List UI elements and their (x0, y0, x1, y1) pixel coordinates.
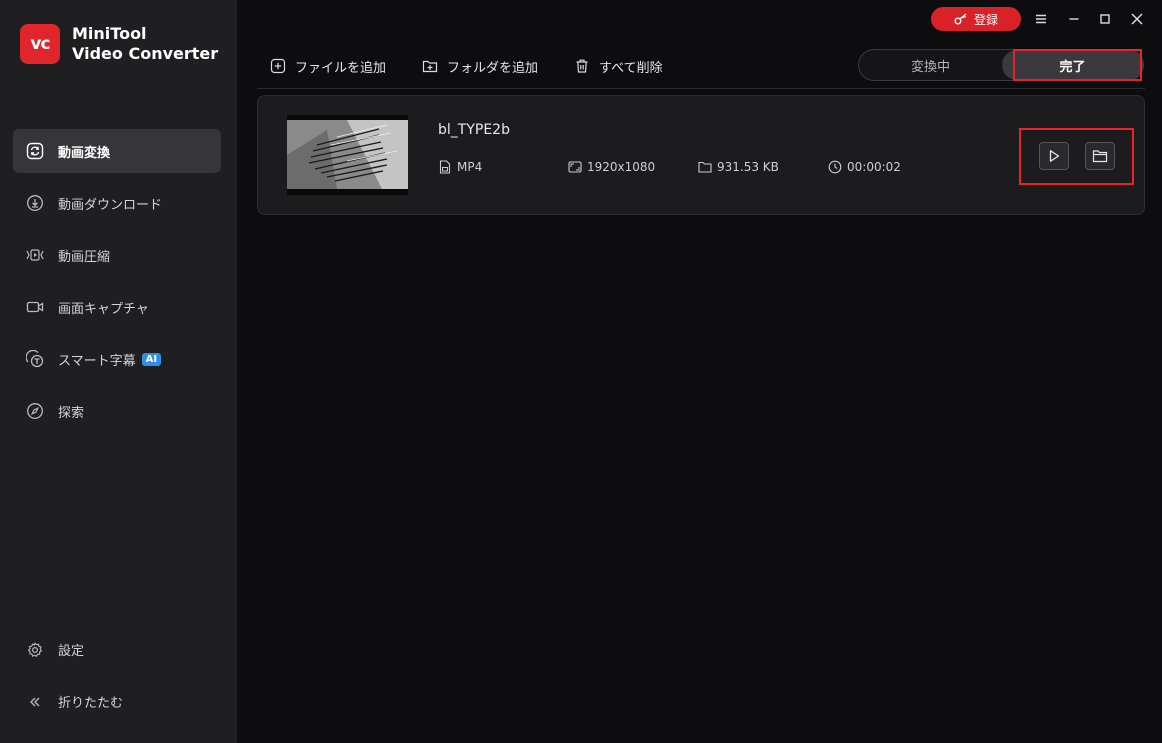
add-file-label: ファイルを追加 (295, 60, 387, 76)
ai-badge: AI (141, 352, 162, 366)
app-title-line2: Video Converter (72, 44, 219, 63)
file-duration-value: 00:00:02 (847, 160, 901, 174)
sidebar-item-label: 動画圧縮 (58, 249, 111, 265)
camera-icon (26, 298, 44, 316)
sidebar-item-label: 画面キャプチャ (58, 301, 149, 317)
add-file-icon (270, 58, 286, 74)
convert-icon (26, 142, 44, 160)
sidebar-item-screen-capture[interactable]: 画面キャプチャ (13, 285, 221, 329)
file-format-value: MP4 (457, 160, 483, 174)
add-folder-button[interactable]: フォルダを追加 (422, 57, 538, 76)
file-size: 931.53 KB (698, 160, 779, 174)
clock-icon (828, 160, 842, 174)
file-icon (438, 160, 452, 174)
subtitle-icon (26, 350, 44, 368)
file-format: MP4 (438, 160, 482, 174)
register-button[interactable]: 登録 (931, 7, 1021, 31)
delete-all-label: すべて削除 (599, 60, 663, 76)
download-icon (26, 194, 44, 212)
sidebar-item-smart-subtitle[interactable]: スマート字幕 AI (13, 337, 221, 381)
gear-icon (26, 641, 44, 659)
toolbar-divider (257, 88, 1145, 89)
highlight-box-actions (1019, 128, 1134, 185)
app-title: MiniTool Video Converter (72, 24, 218, 64)
add-folder-label: フォルダを追加 (447, 60, 539, 76)
compress-icon (26, 246, 44, 264)
toolbar: ファイルを追加 フォルダを追加 すべて削除 (270, 56, 699, 76)
file-card: bl_TYPE2b MP4 1920x1080 931.53 KB 00:00:… (257, 95, 1145, 215)
resolution-icon (568, 160, 582, 174)
sidebar-item-label: 探索 (58, 405, 85, 421)
sidebar-item-label: 動画変換 (58, 145, 111, 161)
settings-label: 設定 (58, 644, 85, 659)
sidebar-nav: 動画変換 動画ダウンロード 動画圧縮 画面キャプチャ スマート字幕 AI 探索 (13, 129, 221, 441)
tab-converting[interactable]: 変換中 (859, 50, 1002, 80)
collapse-label: 折りたたむ (58, 696, 124, 711)
file-name: bl_TYPE2b (438, 122, 510, 138)
sidebar-item-video-convert[interactable]: 動画変換 (13, 129, 221, 173)
double-chevron-left-icon (26, 693, 44, 711)
hamburger-icon (1036, 14, 1046, 24)
highlight-box-done-tab (1013, 49, 1142, 81)
add-file-button[interactable]: ファイルを追加 (270, 57, 386, 76)
app-title-line1: MiniTool (72, 24, 147, 43)
file-duration: 00:00:02 (828, 160, 901, 174)
close-icon (1131, 13, 1143, 25)
sidebar-item-label: スマート字幕 (58, 353, 136, 369)
sidebar-item-video-download[interactable]: 動画ダウンロード (13, 181, 221, 225)
close-button[interactable] (1126, 8, 1148, 30)
minimize-button[interactable] (1063, 8, 1085, 30)
video-thumbnail (287, 115, 408, 195)
maximize-icon (1100, 14, 1110, 24)
file-resolution-value: 1920x1080 (587, 160, 656, 174)
app-logo: vc (20, 24, 60, 64)
menu-button[interactable] (1030, 8, 1052, 30)
register-label: 登録 (973, 12, 998, 27)
settings-button[interactable]: 設定 (26, 640, 84, 659)
sidebar-item-explore[interactable]: 探索 (13, 389, 221, 433)
file-resolution: 1920x1080 (568, 160, 655, 174)
folder-icon (698, 160, 712, 174)
delete-all-button[interactable]: すべて削除 (574, 57, 663, 76)
minimize-icon (1069, 18, 1079, 20)
collapse-button[interactable]: 折りたたむ (26, 692, 123, 711)
maximize-button[interactable] (1094, 8, 1116, 30)
compass-icon (26, 402, 44, 420)
key-icon (954, 13, 967, 25)
sidebar: vc MiniTool Video Converter 動画変換 動画ダウンロー… (0, 0, 237, 743)
sidebar-item-video-compress[interactable]: 動画圧縮 (13, 233, 221, 277)
file-size-value: 931.53 KB (717, 160, 779, 174)
add-folder-icon (422, 58, 438, 74)
sidebar-item-label: 動画ダウンロード (58, 197, 163, 213)
trash-icon (574, 58, 590, 74)
